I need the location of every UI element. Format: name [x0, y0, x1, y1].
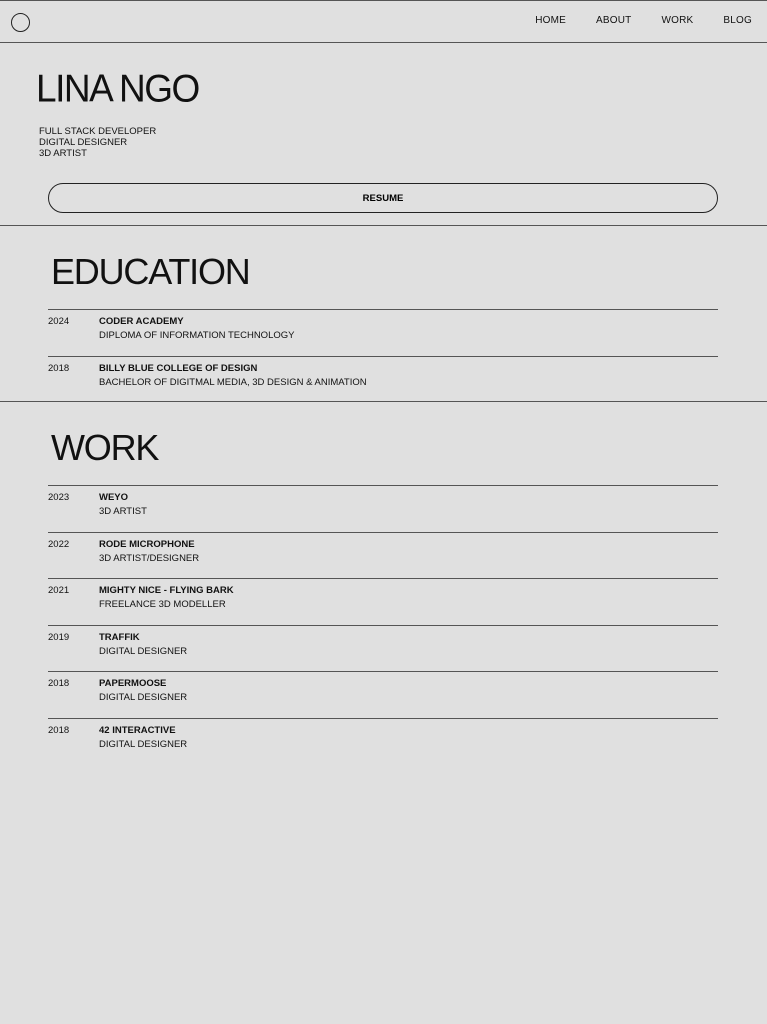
roles-list: FULL STACK DEVELOPER DIGITAL DESIGNER 3D…	[39, 126, 156, 159]
entry-year: 2021	[48, 585, 70, 596]
entry-title: MIGHTY NICE - FLYING BARK	[99, 585, 234, 596]
entry-year: 2024	[48, 316, 70, 327]
entry-title: CODER ACADEMY	[99, 316, 184, 327]
entry-year: 2018	[48, 724, 70, 736]
entry-subtitle: 3D ARTIST/DESIGNER	[99, 552, 200, 564]
list-item: 2018 BILLY BLUE COLLEGE OF DESIGN BACHEL…	[48, 355, 718, 403]
entry-year: 2018	[48, 362, 70, 374]
entry-subtitle: DIGITAL DESIGNER	[99, 738, 188, 750]
entry-year: 2023	[48, 492, 70, 503]
entry-title: TRAFFIK	[99, 631, 140, 643]
education-section: EDUCATION 2024 CODER ACADEMY DIPLOMA OF …	[0, 226, 767, 402]
entry-title: BILLY BLUE COLLEGE OF DESIGN	[99, 362, 258, 374]
page-title: LINA NGO	[36, 66, 200, 110]
entry-subtitle: DIGITAL DESIGNER	[99, 692, 188, 703]
nav-link-home[interactable]: HOME	[535, 15, 566, 26]
entry-subtitle: BACHELOR OF DIGITMAL MEDIA, 3D DESIGN & …	[99, 376, 367, 388]
role-item: DIGITAL DESIGNER	[39, 137, 128, 148]
nav-link-blog[interactable]: BLOG	[723, 15, 752, 26]
entry-title: RODE MICROPHONE	[99, 538, 195, 550]
work-section: WORK 2023 WEYO 3D ARTIST 2022 RODE MICRO…	[0, 403, 767, 763]
list-item: 2022 RODE MICROPHONE 3D ARTIST/DESIGNER	[48, 531, 718, 579]
portfolio-page: HOME ABOUT WORK BLOG LINA NGO FULL STACK…	[0, 0, 767, 1024]
entry-title: PAPERMOOSE	[99, 678, 167, 689]
list-item: 2019 TRAFFIK DIGITAL DESIGNER	[48, 624, 718, 672]
entry-subtitle: FREELANCE 3D MODELLER	[99, 599, 226, 610]
list-item: 2023 WEYO 3D ARTIST	[48, 485, 718, 532]
entry-year: 2022	[48, 538, 70, 550]
education-list: 2024 CODER ACADEMY DIPLOMA OF INFORMATIO…	[48, 309, 718, 402]
section-title-work: WORK	[51, 427, 159, 468]
section-title-education: EDUCATION	[51, 251, 251, 292]
role-item: FULL STACK DEVELOPER	[39, 126, 157, 137]
resume-button[interactable]: RESUME	[48, 183, 718, 213]
entry-subtitle: 3D ARTIST	[99, 506, 147, 517]
entry-year: 2018	[48, 678, 70, 689]
nav-link-work[interactable]: WORK	[661, 15, 693, 26]
nav-links: HOME ABOUT WORK BLOG	[535, 15, 752, 26]
nav-link-about[interactable]: ABOUT	[596, 15, 631, 26]
entry-subtitle: DIPLOMA OF INFORMATION TECHNOLOGY	[99, 330, 295, 341]
hero-section: LINA NGO FULL STACK DEVELOPER DIGITAL DE…	[0, 43, 767, 226]
role-item: 3D ARTIST	[39, 148, 87, 159]
entry-title: 42 INTERACTIVE	[99, 724, 176, 736]
list-item: 2021 MIGHTY NICE - FLYING BARK FREELANCE…	[48, 578, 718, 625]
list-item: 2018 PAPERMOOSE DIGITAL DESIGNER	[48, 671, 718, 718]
logo-circle-icon[interactable]	[11, 13, 30, 32]
top-nav: HOME ABOUT WORK BLOG	[0, 0, 767, 43]
entry-year: 2019	[48, 631, 70, 643]
work-list: 2023 WEYO 3D ARTIST 2022 RODE MICROPHONE…	[48, 485, 718, 764]
entry-title: WEYO	[99, 492, 129, 503]
list-item: 2018 42 INTERACTIVE DIGITAL DESIGNER	[48, 717, 718, 765]
entry-subtitle: DIGITAL DESIGNER	[99, 645, 188, 657]
list-item: 2024 CODER ACADEMY DIPLOMA OF INFORMATIO…	[48, 309, 718, 356]
